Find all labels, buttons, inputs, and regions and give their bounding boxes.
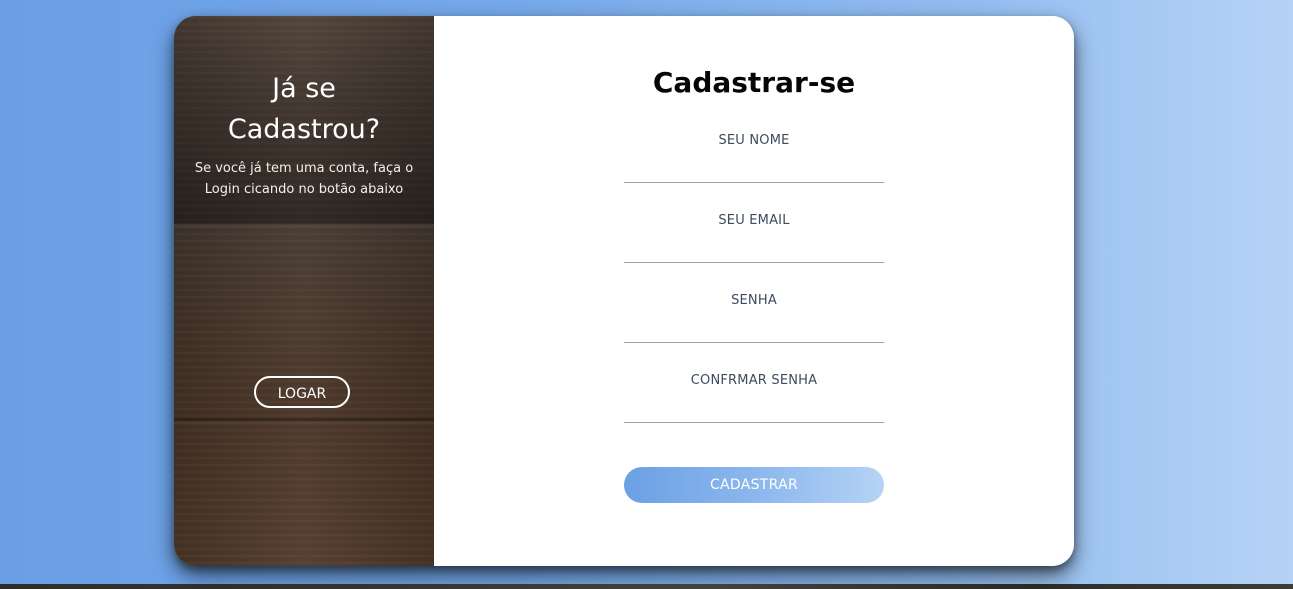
email-field-label: SEU EMAIL bbox=[718, 213, 790, 228]
signup-title: Cadastrar-se bbox=[652, 66, 856, 99]
name-field-label: SEU NOME bbox=[718, 133, 790, 148]
background-photo-strip bbox=[0, 584, 1293, 589]
confirm-password-field-group: CONFRMAR SENHA bbox=[624, 363, 884, 423]
login-prompt-panel: Já se Cadastrou? Se você já tem uma cont… bbox=[174, 16, 434, 566]
name-input[interactable] bbox=[624, 157, 884, 183]
login-prompt-title: Já se Cadastrou? bbox=[174, 68, 434, 150]
login-prompt-description: Se você já tem uma conta, faça o Login c… bbox=[194, 161, 414, 197]
email-field-group: SEU EMAIL bbox=[624, 203, 884, 263]
name-field-group: SEU NOME bbox=[624, 123, 884, 183]
login-prompt-title-line1: Já se bbox=[272, 73, 336, 104]
signup-submit-button[interactable]: CADASTRAR bbox=[624, 467, 884, 503]
password-field-label: SENHA bbox=[731, 293, 777, 308]
signup-form-panel: Cadastrar-se SEU NOME SEU EMAIL SENHA CO… bbox=[434, 16, 1074, 566]
password-field-group: SENHA bbox=[624, 283, 884, 343]
confirm-password-field-label: CONFRMAR SENHA bbox=[690, 373, 818, 388]
confirm-password-input[interactable] bbox=[624, 397, 884, 423]
login-button[interactable]: LOGAR bbox=[254, 376, 350, 408]
email-input[interactable] bbox=[624, 237, 884, 263]
login-prompt-title-line2: Cadastrou? bbox=[227, 114, 381, 145]
auth-card: Já se Cadastrou? Se você já tem uma cont… bbox=[174, 16, 1074, 566]
password-input[interactable] bbox=[624, 317, 884, 343]
